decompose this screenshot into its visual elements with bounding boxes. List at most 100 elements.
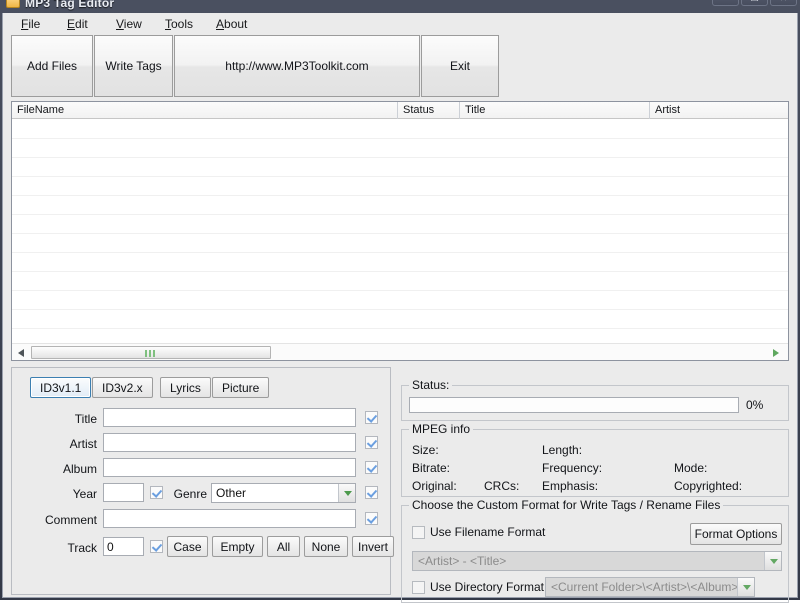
format-options-button[interactable]: Format Options	[690, 523, 782, 545]
use-directory-format-checkbox[interactable]	[412, 581, 425, 594]
table-row[interactable]	[12, 310, 788, 329]
website-link-button[interactable]: http://www.MP3Toolkit.com	[174, 35, 420, 97]
title-checkbox[interactable]	[365, 411, 378, 424]
genre-dropdown[interactable]: Other	[211, 483, 356, 503]
menu-tools[interactable]: Tools	[159, 16, 199, 32]
exit-button[interactable]: Exit	[421, 35, 499, 97]
table-row[interactable]	[12, 234, 788, 253]
column-header-title[interactable]: Title	[460, 102, 650, 119]
tab-lyrics-label: Lyrics	[170, 380, 201, 395]
file-list-body[interactable]	[12, 120, 788, 344]
menu-file[interactable]: File	[15, 16, 46, 32]
write-tags-button[interactable]: Write Tags	[94, 35, 173, 97]
mpeg-frequency-label: Frequency:	[542, 461, 603, 475]
minimize-icon: –	[713, 0, 738, 3]
table-row[interactable]	[12, 177, 788, 196]
use-directory-format-label: Use Directory Format	[430, 580, 545, 594]
invert-button[interactable]: Invert	[352, 536, 394, 557]
table-row[interactable]	[12, 272, 788, 291]
filename-format-dropdown[interactable]: <Artist> - <Title>	[412, 551, 782, 571]
mpeg-bitrate-label: Bitrate:	[412, 461, 451, 475]
menu-bar: File Edit View Tools About	[3, 13, 797, 34]
table-row[interactable]	[12, 158, 788, 177]
directory-format-dropdown[interactable]: <Current Folder>\<Artist>\<Album>\	[545, 577, 755, 597]
menu-edit[interactable]: Edit	[61, 16, 94, 32]
menu-about[interactable]: About	[210, 16, 253, 32]
all-button[interactable]: All	[267, 536, 300, 557]
tab-id3v2-x-label: ID3v2.x	[102, 380, 143, 395]
table-row[interactable]	[12, 196, 788, 215]
tab-lyrics[interactable]: Lyrics	[160, 377, 211, 398]
scroll-right-arrow-icon[interactable]	[771, 347, 782, 358]
chevron-down-icon[interactable]	[338, 484, 355, 502]
close-button[interactable]: ✕	[770, 0, 797, 6]
year-input[interactable]	[103, 483, 144, 502]
file-list[interactable]: FileName Status Title Artist	[11, 101, 789, 361]
track-checkbox[interactable]	[150, 540, 163, 553]
table-row[interactable]	[12, 139, 788, 158]
empty-button[interactable]: Empty	[212, 536, 263, 557]
column-header-artist[interactable]: Artist	[650, 102, 789, 119]
genre-checkbox[interactable]	[365, 486, 378, 499]
scroll-left-arrow-icon[interactable]	[17, 347, 28, 358]
exit-label: Exit	[449, 59, 470, 73]
tab-id3v1-1[interactable]: ID3v1.1	[30, 377, 92, 398]
mpeg-mode-label: Mode:	[674, 461, 708, 475]
maximize-button[interactable]: ❐	[741, 0, 768, 6]
column-header-status[interactable]: Status	[398, 102, 460, 119]
add-files-button[interactable]: Add Files	[11, 35, 93, 97]
website-url-label: http://www.MP3Toolkit.com	[225, 59, 369, 73]
empty-label: Empty	[220, 539, 255, 554]
tab-picture[interactable]: Picture	[212, 377, 270, 398]
title-bar: MP3 Tag Editor – ❐ ✕	[0, 0, 800, 13]
genre-field-label: Genre	[173, 487, 207, 501]
mpeg-original-label: Original:	[412, 479, 457, 493]
year-checkbox[interactable]	[150, 486, 163, 499]
track-field-label: Track	[67, 541, 97, 555]
genre-selected-value: Other	[216, 486, 247, 500]
window-title: MP3 Tag Editor	[25, 0, 115, 10]
artist-input[interactable]	[103, 433, 356, 452]
progress-bar	[409, 397, 739, 413]
add-files-label: Add Files	[26, 59, 78, 73]
table-row[interactable]	[12, 291, 788, 310]
close-icon: ✕	[771, 0, 796, 3]
column-header-filename[interactable]: FileName	[12, 102, 398, 119]
comment-input[interactable]	[103, 509, 356, 528]
album-field-label: Album	[62, 462, 97, 476]
use-filename-format-checkbox[interactable]	[412, 526, 425, 539]
artist-checkbox[interactable]	[365, 436, 378, 449]
horizontal-scrollbar-thumb[interactable]	[31, 346, 271, 359]
mpeg-length-label: Length:	[542, 443, 583, 457]
track-input[interactable]	[103, 537, 144, 556]
case-button[interactable]: Case	[167, 536, 208, 557]
custom-format-legend: Choose the Custom Format for Write Tags …	[409, 498, 724, 512]
client-area: File Edit View Tools About Add Files Wri…	[2, 13, 798, 603]
case-label: Case	[173, 539, 202, 554]
maximize-icon: ❐	[742, 0, 767, 3]
table-row[interactable]	[12, 253, 788, 272]
application-window: MP3 Tag Editor – ❐ ✕ File Edit View Tool…	[0, 0, 800, 603]
table-row[interactable]	[12, 120, 788, 139]
status-group: Status: 0%	[401, 378, 789, 421]
album-checkbox[interactable]	[365, 461, 378, 474]
chevron-down-icon[interactable]	[764, 552, 781, 570]
table-row[interactable]	[12, 329, 788, 344]
menu-view[interactable]: View	[110, 16, 148, 32]
table-row[interactable]	[12, 215, 788, 234]
chevron-down-icon[interactable]	[737, 578, 754, 596]
tab-id3v2-x[interactable]: ID3v2.x	[92, 377, 153, 398]
comment-checkbox[interactable]	[365, 512, 378, 525]
file-list-header: FileName Status Title Artist	[12, 102, 788, 119]
format-options-label: Format Options	[694, 527, 778, 541]
write-tags-label: Write Tags	[105, 59, 162, 73]
file-list-horizontal-scrollbar[interactable]	[12, 343, 788, 360]
mpeg-info-group: MPEG info Size: Length: Bitrate: Frequen…	[401, 422, 789, 497]
none-button[interactable]: None	[304, 536, 348, 557]
custom-format-group: Choose the Custom Format for Write Tags …	[401, 498, 789, 603]
year-field-label: Year	[72, 487, 97, 501]
progress-percent-label: 0%	[746, 398, 764, 412]
title-input[interactable]	[103, 408, 356, 427]
album-input[interactable]	[103, 458, 356, 477]
minimize-button[interactable]: –	[712, 0, 739, 6]
